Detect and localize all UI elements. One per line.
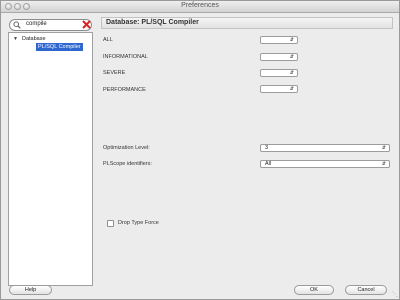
drop-type-force-checkbox[interactable] xyxy=(107,220,114,227)
resize-grip-icon[interactable]: ⋱ xyxy=(392,291,398,298)
page-title: Database: PL/SQL Compiler xyxy=(106,19,199,26)
warning-label-performance: PERFORMANCE xyxy=(103,87,146,93)
updown-arrows-icon: ⇵ xyxy=(381,161,386,167)
updown-arrows-icon: ⇵ xyxy=(289,86,294,92)
updown-arrows-icon: ⇵ xyxy=(289,37,294,43)
updown-arrows-icon: ⇵ xyxy=(381,145,386,151)
help-button[interactable]: Help xyxy=(9,285,52,295)
warning-select-all[interactable]: ⇵ xyxy=(260,36,298,44)
preferences-tree: ▼ Database PL/SQL Compiler xyxy=(8,32,93,286)
warning-label-all: ALL xyxy=(103,37,113,43)
warning-select-performance[interactable]: ⇵ xyxy=(260,85,298,93)
updown-arrows-icon: ⇵ xyxy=(289,54,294,60)
page-header: Database: PL/SQL Compiler xyxy=(101,17,393,29)
search-field[interactable]: compile xyxy=(9,19,92,31)
cancel-button[interactable]: Cancel xyxy=(345,285,387,295)
drop-type-force-label: Drop Type Force xyxy=(118,220,159,226)
warning-label-informational: INFORMATIONAL xyxy=(103,54,148,60)
tree-node-database[interactable]: Database xyxy=(22,36,46,42)
optimization-level-select[interactable]: 3 ⇵ xyxy=(260,144,390,152)
warning-select-informational[interactable]: ⇵ xyxy=(260,53,298,61)
tree-node-plsql-compiler[interactable]: PL/SQL Compiler xyxy=(36,43,83,51)
title-bar: Preferences xyxy=(1,1,399,13)
expand-triangle-icon[interactable]: ▼ xyxy=(13,36,18,42)
preferences-window: Preferences compile ▼ Database PL/SQL Co… xyxy=(0,0,400,300)
warning-select-severe[interactable]: ⇵ xyxy=(260,69,298,77)
search-icon xyxy=(13,21,21,29)
window-title: Preferences xyxy=(181,2,219,9)
warning-label-severe: SEVERE xyxy=(103,70,126,76)
search-input[interactable]: compile xyxy=(26,21,47,27)
ok-button[interactable]: OK xyxy=(294,285,334,295)
updown-arrows-icon: ⇵ xyxy=(289,70,294,76)
plscope-identifiers-label: PLScope identifiers: xyxy=(103,161,152,167)
plscope-identifiers-select[interactable]: All ⇵ xyxy=(260,160,390,168)
optimization-level-label: Optimization Level: xyxy=(103,145,150,151)
clear-search-icon[interactable] xyxy=(81,19,92,30)
